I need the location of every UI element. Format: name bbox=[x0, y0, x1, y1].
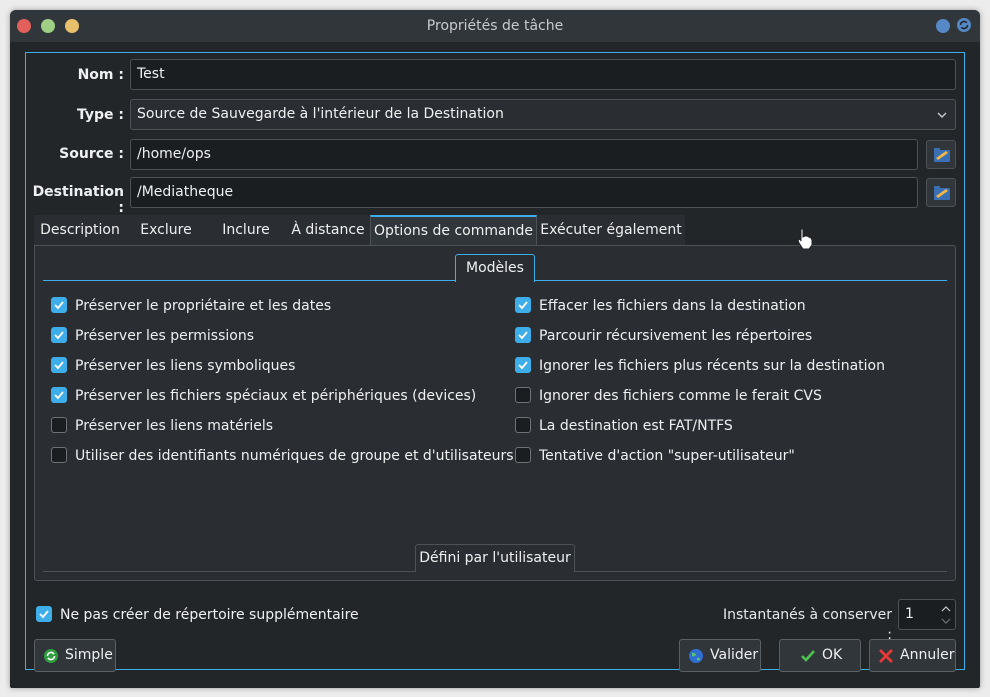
hand-cursor-icon bbox=[797, 228, 813, 250]
title-bar[interactable]: Propriétés de tâche bbox=[10, 10, 980, 42]
minimize-window-button[interactable] bbox=[41, 19, 55, 33]
checkmark-icon bbox=[518, 331, 528, 340]
option-label: Ignorer les fichiers plus récents sur la… bbox=[539, 358, 885, 374]
snapshots-spinbox[interactable]: 1 bbox=[898, 599, 956, 630]
cancel-button-label: Annuler bbox=[900, 647, 955, 663]
option-label: Parcourir récursivement les répertoires bbox=[539, 328, 813, 344]
checkbox[interactable] bbox=[515, 447, 531, 463]
validate-button[interactable]: Valider bbox=[679, 639, 761, 672]
dialog-content: Nom : Test Type : Source de Sauvegarde à… bbox=[25, 52, 965, 672]
source-input[interactable]: /home/ops bbox=[130, 139, 918, 170]
option-label: La destination est FAT/NTFS bbox=[539, 418, 733, 434]
checkbox[interactable] bbox=[51, 387, 67, 403]
folder-icon bbox=[934, 186, 950, 200]
tab-remote[interactable]: À distance bbox=[286, 215, 370, 245]
task-properties-window: Propriétés de tâche Nom : Test Type : So… bbox=[10, 10, 980, 688]
option-label: Préserver les permissions bbox=[75, 328, 255, 344]
ok-button-label: OK bbox=[822, 647, 843, 663]
close-red-icon bbox=[879, 649, 893, 663]
check-icon bbox=[801, 650, 815, 662]
checkbox[interactable] bbox=[36, 606, 52, 622]
option-label: Ne pas créer de répertoire supplémentair… bbox=[60, 607, 359, 623]
spin-arrows-icon[interactable] bbox=[941, 604, 951, 626]
name-label: Nom : bbox=[77, 67, 124, 83]
option-label: Préserver les liens matériels bbox=[75, 418, 274, 434]
tab-also-execute[interactable]: Exécuter également bbox=[537, 215, 685, 245]
option-label: Utiliser des identifiants numériques de … bbox=[75, 448, 514, 464]
validate-button-label: Valider bbox=[710, 647, 759, 663]
tab-user-defined[interactable]: Défini par l'utilisateur bbox=[415, 544, 575, 572]
name-input[interactable]: Test bbox=[130, 59, 956, 90]
checkmark-icon bbox=[39, 610, 49, 619]
option-label: Ignorer des fichiers comme le ferait CVS bbox=[539, 388, 822, 404]
option-label: Effacer les fichiers dans la destination bbox=[539, 298, 806, 314]
checkmark-icon bbox=[518, 361, 528, 370]
option-label: Préserver les fichiers spéciaux et périp… bbox=[75, 388, 477, 404]
checkbox[interactable] bbox=[51, 327, 67, 343]
type-combobox-value: Source de Sauvegarde à l'intérieur de la… bbox=[137, 106, 504, 122]
checkbox[interactable] bbox=[515, 417, 531, 433]
checkbox[interactable] bbox=[51, 447, 67, 463]
refresh-green-icon bbox=[44, 649, 58, 663]
type-combobox[interactable]: Source de Sauvegarde à l'intérieur de la… bbox=[130, 99, 956, 130]
folder-icon bbox=[934, 148, 950, 162]
maximize-window-button[interactable] bbox=[65, 19, 79, 33]
tab-models[interactable]: Modèles bbox=[455, 254, 535, 282]
type-label: Type : bbox=[76, 107, 124, 123]
source-label: Source : bbox=[59, 146, 124, 162]
checkbox[interactable] bbox=[51, 357, 67, 373]
command-options-panel: Modèles Préserver le propriétaire et les… bbox=[34, 245, 956, 581]
option-label: Tentative d'action "super-utilisateur" bbox=[539, 448, 795, 464]
refresh-icon[interactable] bbox=[956, 17, 972, 33]
tab-include[interactable]: Inclure bbox=[206, 215, 286, 245]
close-window-button[interactable] bbox=[17, 19, 31, 33]
browse-destination-button[interactable] bbox=[926, 178, 956, 207]
ok-button[interactable]: OK bbox=[779, 639, 861, 672]
globe-icon bbox=[689, 649, 703, 663]
browse-source-button[interactable] bbox=[926, 140, 956, 169]
tab-exclude[interactable]: Exclure bbox=[126, 215, 206, 245]
chevron-down-icon bbox=[937, 112, 947, 118]
window-title: Propriétés de tâche bbox=[426, 18, 564, 34]
checkbox[interactable] bbox=[515, 297, 531, 313]
option-label: Préserver le propriétaire et les dates bbox=[75, 298, 332, 314]
checkbox[interactable] bbox=[51, 417, 67, 433]
checkmark-icon bbox=[54, 301, 64, 310]
checkmark-icon bbox=[54, 361, 64, 370]
checkbox[interactable] bbox=[51, 297, 67, 313]
simple-button[interactable]: Simple bbox=[34, 639, 116, 672]
checkbox[interactable] bbox=[515, 357, 531, 373]
tab-command-options[interactable]: Options de commande bbox=[370, 215, 537, 245]
keep-above-icon[interactable] bbox=[936, 19, 950, 33]
checkbox[interactable] bbox=[515, 327, 531, 343]
checkbox[interactable] bbox=[515, 387, 531, 403]
cancel-button[interactable]: Annuler bbox=[869, 639, 956, 672]
simple-button-label: Simple bbox=[65, 647, 113, 663]
destination-label: Destination : bbox=[32, 184, 124, 216]
snapshots-value: 1 bbox=[905, 606, 914, 622]
destination-input[interactable]: /Mediatheque bbox=[130, 177, 918, 208]
option-label: Préserver les liens symboliques bbox=[75, 358, 296, 374]
checkmark-icon bbox=[54, 391, 64, 400]
checkmark-icon bbox=[54, 331, 64, 340]
checkmark-icon bbox=[518, 301, 528, 310]
tab-description[interactable]: Description bbox=[34, 215, 126, 245]
